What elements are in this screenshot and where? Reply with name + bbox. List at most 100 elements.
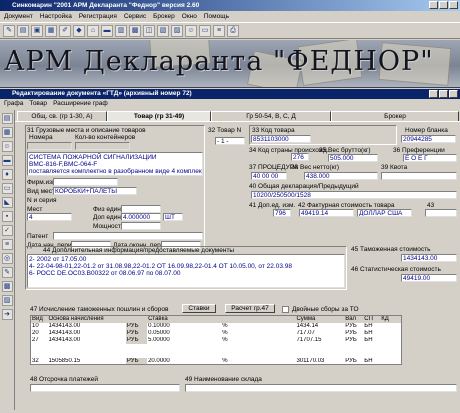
menu-service[interactable]: Сервис [124, 11, 146, 22]
marks-field[interactable] [27, 142, 72, 150]
person-icon[interactable]: ☺ [1, 141, 13, 152]
list-icon[interactable]: ≡ [213, 24, 225, 37]
rates-button[interactable]: Ставки [182, 304, 216, 313]
menu-settings[interactable]: Настройка [40, 11, 72, 22]
cell-base-cur [126, 351, 147, 358]
add-units-field[interactable]: 4.000000 [121, 213, 161, 221]
col-header-method: СП [364, 316, 373, 323]
dialog-icon[interactable]: ▭ [199, 24, 211, 37]
chart-icon[interactable]: ▧ [157, 24, 169, 37]
save-icon[interactable]: ▦ [45, 24, 57, 37]
add-unit-code-field[interactable]: 796 [273, 209, 291, 217]
table-row[interactable]: 32 1505850.15 РУБ 20.0000% 301170.03 РУБ БН [31, 357, 402, 365]
menu-registration[interactable]: Регистрация [79, 11, 117, 22]
serial-label: N и серия [27, 197, 57, 204]
pin-icon[interactable]: ♦ [1, 169, 13, 180]
cell-base: 1434143.00 [48, 323, 81, 329]
cell-base-cur: РУБ [125, 357, 148, 365]
box-icon[interactable]: ▩ [129, 24, 141, 37]
stamp-icon[interactable]: ◆ [73, 24, 85, 37]
goods-number-select[interactable]: - 1 - [215, 137, 245, 145]
tag-icon[interactable]: ▪ [1, 211, 13, 222]
add-units-unit[interactable]: ШТ [163, 213, 183, 221]
preferences-field[interactable]: Е О Е Г [403, 154, 457, 162]
additional-info-field[interactable]: 2- 2002 от 17.05.00 4- 22-04-98-01,22-01… [27, 254, 345, 288]
doc-maximize-button[interactable] [439, 90, 448, 98]
goods-description-field[interactable]: СИСТЕМА ПОЖАРНОЙ СИГНАЛИЗАЦИИ ВМС-816-F,… [27, 152, 203, 176]
warehouse-field[interactable] [185, 384, 457, 392]
tab-broker[interactable]: Брокер [331, 111, 459, 121]
folder-icon[interactable]: ▤ [1, 113, 13, 124]
truck-side-icon[interactable]: ▬ [1, 155, 13, 166]
statistical-value-field[interactable]: 49419.00 [401, 274, 457, 282]
gross-weight-field[interactable]: 505.000 [328, 154, 378, 162]
bank-icon[interactable]: ⌂ [87, 24, 99, 37]
places-field[interactable]: 4 [27, 213, 72, 221]
origin-country-field[interactable]: 276 [291, 153, 309, 161]
table-row[interactable]: 10 1434143.00 РУБ 0.10000% 1434.14 РУБ БН [31, 322, 402, 330]
table-row[interactable] [31, 344, 402, 351]
invoice-value-field[interactable]: 49419.14 [299, 209, 354, 217]
tab-general[interactable]: Общ. св. (гр 1-30, А) [17, 111, 107, 121]
menu-extension[interactable]: Расширение граф [53, 99, 108, 109]
car-icon[interactable]: ▭ [1, 183, 13, 194]
blank-number-field[interactable]: 20944285 [401, 135, 456, 143]
print-icon[interactable]: ⎙ [227, 24, 239, 37]
calc-side-icon[interactable]: ▨ [1, 295, 13, 306]
hs-code-field[interactable]: 8531103000 [251, 135, 311, 143]
cell-rate: 0.10000 [148, 323, 170, 329]
previous-doc-field[interactable]: 10200/250500/1528 [251, 191, 457, 199]
edit-side-icon[interactable]: ✎ [1, 267, 13, 278]
menu-help[interactable]: Помощь [204, 11, 229, 22]
minimize-button[interactable] [429, 1, 438, 9]
grid-icon[interactable]: ▩ [1, 281, 13, 292]
doc-icon[interactable]: ▦ [1, 127, 13, 138]
doc-minimize-button[interactable] [429, 90, 438, 98]
menu-broker[interactable]: Брокер [153, 11, 175, 22]
calc-icon[interactable]: ▨ [171, 24, 183, 37]
doc-close-button[interactable] [449, 90, 458, 98]
coins-icon[interactable]: ◎ [1, 253, 13, 264]
maximize-button[interactable] [439, 1, 448, 9]
customs-value-field[interactable]: 1434143.00 [401, 254, 457, 262]
deferral-field[interactable] [30, 384, 180, 392]
book-icon[interactable]: ▥ [115, 24, 127, 37]
currency-field[interactable]: ДОЛЛАР США [357, 209, 412, 217]
open-icon[interactable]: ▣ [31, 24, 43, 37]
tab-goods[interactable]: Товар (гр 31-49) [107, 111, 211, 121]
people-icon[interactable]: ☺ [185, 24, 197, 37]
manufacturer-field[interactable] [53, 178, 118, 186]
power-field[interactable] [121, 222, 161, 230]
containers-field[interactable] [75, 142, 130, 150]
table-row[interactable]: 20 1434143.00 РУБ 0.05000% 717.07 РУБ БН [31, 329, 402, 337]
check-icon[interactable]: ✓ [1, 225, 13, 236]
package-type-field[interactable]: КОРОБКИ+ПАЛЕТЫ [53, 187, 137, 195]
close-button[interactable] [449, 1, 458, 9]
new-doc-icon[interactable]: ▤ [17, 24, 29, 37]
cell-type: 20 [32, 330, 39, 336]
double-fees-checkbox[interactable] [282, 306, 289, 313]
table-row[interactable] [31, 351, 402, 358]
menu-graph[interactable]: Графа [4, 99, 23, 109]
menu-document[interactable]: Документ [4, 11, 33, 22]
map-icon[interactable]: ◫ [143, 24, 155, 37]
procedure-field[interactable]: 40 00 00 [251, 172, 287, 180]
declaration-icon[interactable]: ✎ [3, 24, 15, 37]
menu-window[interactable]: Окно [182, 11, 197, 22]
cell-base: 1434143.00 [48, 330, 81, 336]
table-row[interactable]: 27 1434143.00 РУБ 5.00000% 71707.15 РУБ БН [31, 336, 402, 344]
list-side-icon[interactable]: ≡ [1, 239, 13, 250]
arrow-icon[interactable]: ➜ [1, 309, 13, 320]
ship-icon[interactable]: ◣ [1, 197, 13, 208]
menu-goods[interactable]: Товар [29, 99, 47, 109]
calc-gr47-button[interactable]: Расчет гр.47 [225, 304, 275, 313]
patent-field[interactable] [53, 232, 203, 240]
graph43-field[interactable] [425, 209, 457, 217]
tab-gr50[interactable]: Гр 50-54, B, C, Д [211, 111, 331, 121]
net-weight-field[interactable]: 438.000 [304, 172, 378, 180]
truck-icon[interactable]: ▬ [101, 24, 113, 37]
graph39-label: 39 Квота [381, 164, 408, 171]
phys-units-field[interactable] [121, 205, 161, 213]
quota-field[interactable] [381, 172, 457, 180]
edit-icon[interactable]: ✐ [59, 24, 71, 37]
